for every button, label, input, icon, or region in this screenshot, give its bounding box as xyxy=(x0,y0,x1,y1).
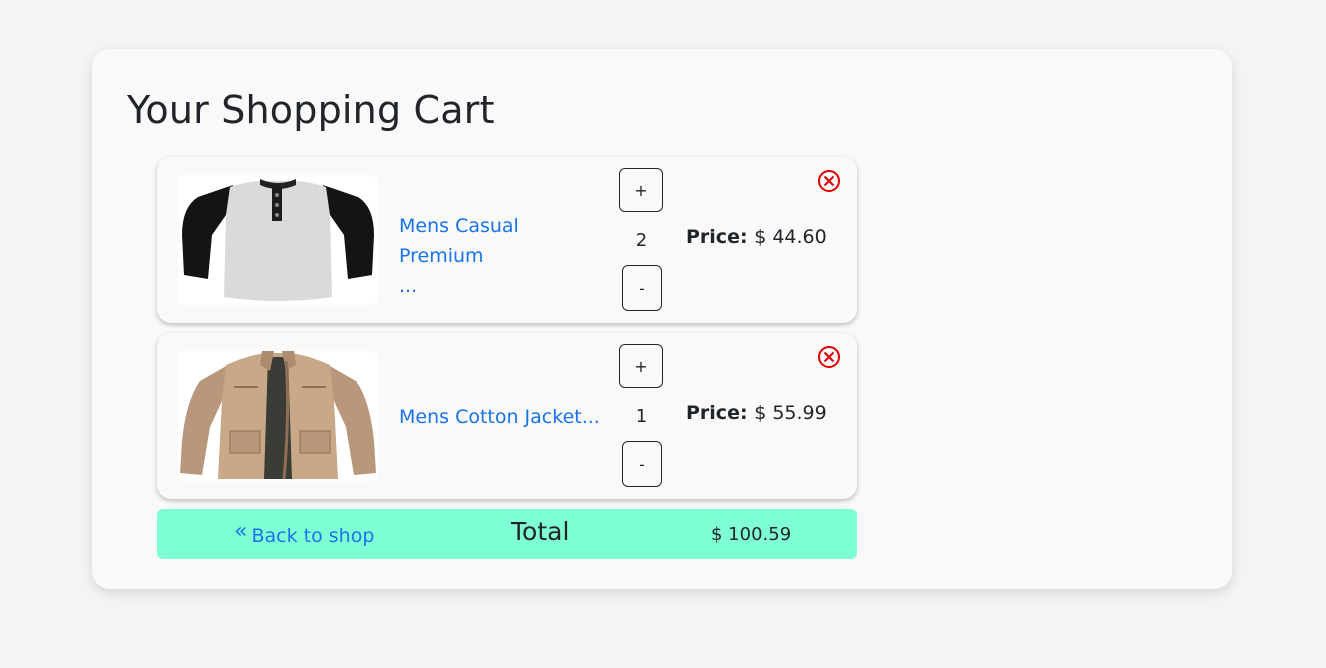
product-image-jacket[interactable] xyxy=(178,351,378,481)
product-name-link[interactable]: Mens Casual Premium ... xyxy=(399,211,604,301)
product-image-shirt[interactable] xyxy=(178,175,378,305)
shirt-image xyxy=(178,175,378,305)
item-price: Price: $ 44.60 xyxy=(686,226,827,248)
back-to-shop-link[interactable]: «Back to shop xyxy=(234,519,375,548)
quantity-value: 2 xyxy=(635,230,648,251)
increase-quantity-button[interactable]: + xyxy=(619,168,663,212)
product-name-line: Mens Casual Premium xyxy=(399,215,519,267)
price-label: Price: xyxy=(686,226,748,248)
price-value: $ 44.60 xyxy=(754,226,827,248)
quantity-value: 1 xyxy=(635,406,648,427)
item-price: Price: $ 55.99 xyxy=(686,402,827,424)
total-value: $ 100.59 xyxy=(711,524,792,545)
price-value: $ 55.99 xyxy=(754,402,827,424)
product-name-ellipsis: ... xyxy=(399,275,418,297)
close-circle-icon[interactable] xyxy=(817,169,841,193)
decrease-quantity-button[interactable]: - xyxy=(622,441,662,487)
page-title: Your Shopping Cart xyxy=(127,88,495,132)
total-label: Total xyxy=(511,517,570,546)
price-label: Price: xyxy=(686,402,748,424)
close-circle-icon[interactable] xyxy=(817,345,841,369)
back-to-shop-label: Back to shop xyxy=(251,525,375,547)
decrease-quantity-button[interactable]: - xyxy=(622,265,662,311)
cart-item: Mens Casual Premium ... + 2 - Price: $ 4… xyxy=(157,157,857,323)
product-name-link[interactable]: Mens Cotton Jacket... xyxy=(399,402,604,432)
product-name-line: Mens Cotton Jacket... xyxy=(399,406,600,428)
cart-item: Mens Cotton Jacket... + 1 - Price: $ 55.… xyxy=(157,333,857,499)
increase-quantity-button[interactable]: + xyxy=(619,344,663,388)
jacket-image xyxy=(178,351,378,481)
cart-total-bar: «Back to shop Total $ 100.59 xyxy=(157,509,857,559)
double-chevron-left-icon: « xyxy=(234,519,248,544)
